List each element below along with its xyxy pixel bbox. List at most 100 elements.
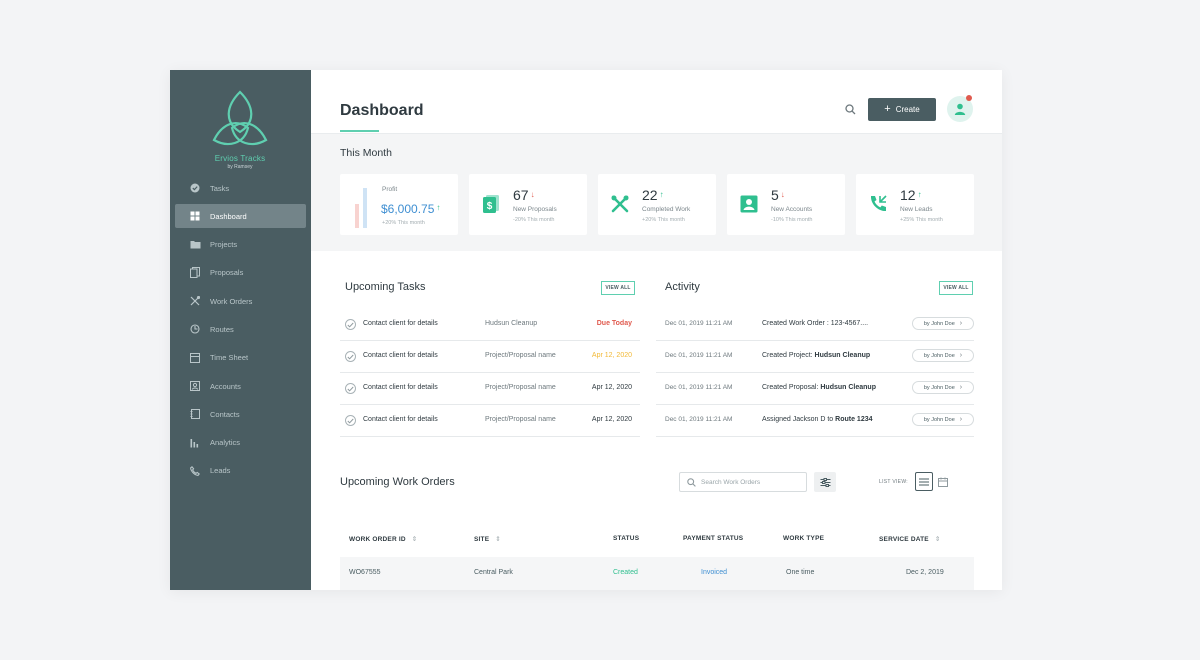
avatar[interactable] <box>947 95 973 122</box>
route-icon <box>189 323 201 335</box>
phone-icon <box>189 465 201 477</box>
sidebar-item-label: Proposals <box>210 268 244 278</box>
stat-sub: +20% This month <box>642 217 685 223</box>
column-header-work-order-id[interactable]: WORK ORDER ID ⇕ <box>349 535 417 543</box>
calendar-view-button[interactable] <box>934 472 952 491</box>
search-icon <box>687 478 696 487</box>
search-input[interactable] <box>701 476 801 489</box>
page-title: Dashboard <box>340 102 424 119</box>
notification-dot <box>966 95 972 101</box>
stat-number: 12 <box>900 187 916 203</box>
activity-prefix: Assigned Jackson D to <box>762 416 836 423</box>
task-name: Contact client for details <box>363 352 438 359</box>
grid-icon <box>189 210 201 222</box>
work-order-payment-status: Invoiced <box>701 569 728 576</box>
sidebar-item-label: Time Sheet <box>210 353 249 363</box>
activity-author-chip[interactable]: by John Doe › <box>912 413 974 426</box>
activity-time: Dec 01, 2019 11:21 AM <box>665 352 733 359</box>
sidebar-item-dashboard[interactable]: Dashboard <box>175 204 306 229</box>
filter-icon <box>820 477 830 487</box>
activity-target[interactable]: Hudsun Cleanup <box>815 352 871 359</box>
list-icon <box>919 478 929 485</box>
stat-number: 22 <box>642 187 658 203</box>
new-accounts-card: 5 ↓ New Accounts -10% This month <box>727 174 845 235</box>
task-row[interactable]: Contact client for details Project/Propo… <box>340 373 640 405</box>
stat-label: New Proposals <box>513 206 557 213</box>
column-header-site[interactable]: SITE ⇕ <box>474 535 501 543</box>
activity-target[interactable]: Hudsun Cleanup <box>820 384 876 391</box>
stat-sub: -20% This month <box>513 217 555 223</box>
sidebar-item-routes[interactable]: Routes <box>175 317 306 341</box>
activity-target[interactable]: Route 1234 <box>835 416 872 423</box>
activity-author-chip[interactable]: by John Doe › <box>912 349 974 362</box>
sidebar-item-analytics[interactable]: Analytics <box>175 431 306 455</box>
tasks-view-all-button[interactable]: VIEW ALL <box>601 281 635 295</box>
activity-prefix: Created Proposal: <box>762 384 821 391</box>
task-row[interactable]: Contact client for details Hudsun Cleanu… <box>340 309 640 341</box>
column-header-payment-status: PAYMENT STATUS <box>683 535 744 542</box>
sidebar-item-label: Tasks <box>210 183 230 193</box>
task-check-icon[interactable] <box>345 319 356 330</box>
profit-value: $6,000.75 ↑ <box>381 202 440 216</box>
filter-button[interactable] <box>814 472 836 492</box>
task-name: Contact client for details <box>363 384 438 391</box>
sidebar-item-contacts[interactable]: Contacts <box>175 402 306 426</box>
sidebar-item-label: Analytics <box>210 438 241 448</box>
sort-icon[interactable]: ⇕ <box>495 536 501 543</box>
tools-icon <box>189 295 201 307</box>
sidebar-item-work-orders[interactable]: Work Orders <box>175 289 306 313</box>
trend-up-icon: ↑ <box>917 190 922 199</box>
task-name: Contact client for details <box>363 320 438 327</box>
stat-number: 67 <box>513 187 529 203</box>
task-check-icon[interactable] <box>345 351 356 362</box>
work-orders-search[interactable] <box>679 472 807 492</box>
accounts-icon <box>189 380 201 392</box>
svg-text:$: $ <box>487 201 493 212</box>
profit-sub: +20% This month <box>382 220 425 226</box>
sidebar-item-label: Work Orders <box>210 296 253 306</box>
contacts-icon <box>189 408 201 420</box>
stat-value: 12 ↑ <box>900 187 922 203</box>
sidebar-item-projects[interactable]: Projects <box>175 233 306 257</box>
main-content: Dashboard + Create This Month Profit $6,… <box>311 70 1002 590</box>
sidebar-item-label: Contacts <box>210 409 240 419</box>
chevron-right-icon: › <box>959 352 963 359</box>
app-window: Ervios Tracks by Ramsey Tasks Dashboard … <box>170 70 1002 590</box>
activity-author-chip[interactable]: by John Doe › <box>912 317 974 330</box>
sidebar-item-accounts[interactable]: Accounts <box>175 374 306 398</box>
column-header-label: WORK ORDER ID <box>349 536 406 543</box>
sidebar-item-label: Dashboard <box>210 211 247 221</box>
task-row[interactable]: Contact client for details Project/Propo… <box>340 341 640 373</box>
activity-row: Dec 01, 2019 11:21 AM Assigned Jackson D… <box>656 405 974 437</box>
list-view-button[interactable] <box>915 472 933 491</box>
task-due-date: Apr 12, 2020 <box>591 384 632 391</box>
sidebar-item-tasks[interactable]: Tasks <box>175 176 306 200</box>
sidebar-item-label: Accounts <box>210 381 241 391</box>
task-check-icon[interactable] <box>345 415 356 426</box>
sort-icon[interactable]: ⇕ <box>412 536 418 543</box>
search-icon[interactable] <box>845 102 857 115</box>
task-check-icon[interactable] <box>345 383 356 394</box>
sidebar-item-leads[interactable]: Leads <box>175 459 306 483</box>
activity-view-all-button[interactable]: VIEW ALL <box>939 281 973 295</box>
stat-sub: +25% This month <box>900 217 943 223</box>
sort-icon[interactable]: ⇕ <box>935 536 941 543</box>
activity-text: Assigned Jackson D to Route 1234 <box>762 416 873 423</box>
stat-label: New Accounts <box>771 206 813 213</box>
work-order-site: Central Park <box>474 569 513 576</box>
column-header-service-date[interactable]: SERVICE DATE ⇕ <box>879 535 941 543</box>
create-button[interactable]: + Create <box>868 98 936 121</box>
activity-time: Dec 01, 2019 11:21 AM <box>665 416 733 423</box>
chevron-right-icon: › <box>959 384 963 391</box>
this-month-title: This Month <box>340 147 392 159</box>
task-row[interactable]: Contact client for details Project/Propo… <box>340 405 640 437</box>
activity-prefix: Created Project: <box>762 352 815 359</box>
activity-author-chip[interactable]: by John Doe › <box>912 381 974 394</box>
proposal-dollar-icon: $ <box>483 195 499 213</box>
table-row[interactable]: WO67555 Central Park Created Invoiced On… <box>340 557 974 590</box>
brand-sub: by Ramsey <box>227 164 253 170</box>
sidebar-item-time-sheet[interactable]: Time Sheet <box>175 346 306 370</box>
trend-up-icon: ↑ <box>659 190 664 199</box>
column-header-status: STATUS <box>613 535 640 542</box>
sidebar-item-proposals[interactable]: Proposals <box>175 261 306 285</box>
